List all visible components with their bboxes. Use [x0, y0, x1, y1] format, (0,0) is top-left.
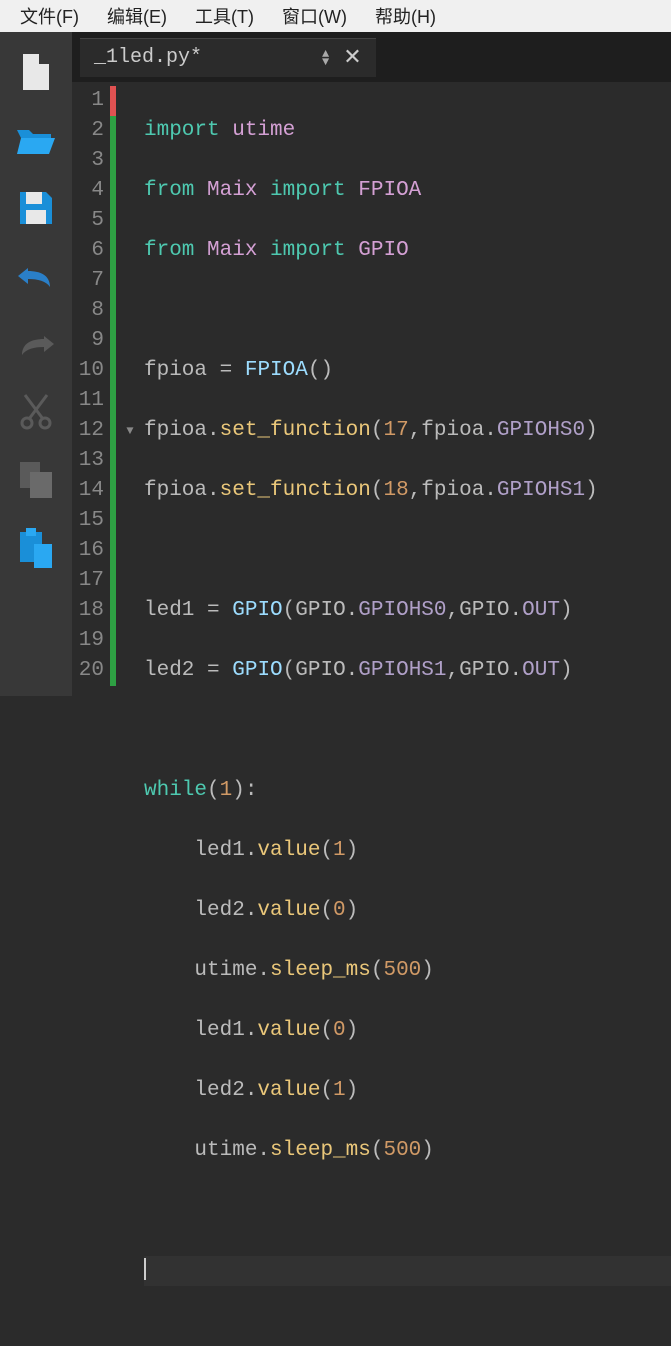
paste-icon	[18, 528, 54, 568]
code-line-current	[144, 1256, 671, 1286]
tab-title: _1led.py*	[94, 46, 202, 69]
tab-bar: _1led.py* ▲▼ ✕	[72, 32, 671, 82]
code-content[interactable]: import utime from Maix import FPIOA from…	[140, 82, 671, 1346]
code-line: while(1):	[144, 776, 671, 806]
tab-active[interactable]: _1led.py* ▲▼ ✕	[80, 38, 376, 77]
undo-icon	[16, 264, 56, 288]
code-line	[144, 536, 671, 566]
code-line: utime.sleep_ms(500)	[144, 1136, 671, 1166]
code-line: from Maix import GPIO	[144, 236, 671, 266]
save-button[interactable]	[14, 188, 58, 228]
menu-file[interactable]: 文件(F)	[6, 0, 93, 33]
line-number: 2	[72, 116, 104, 146]
line-number: 11	[72, 386, 104, 416]
line-number: 16	[72, 536, 104, 566]
code-line: import utime	[144, 116, 671, 146]
folder-open-icon	[15, 124, 57, 156]
scissors-icon	[19, 393, 53, 431]
code-line	[144, 296, 671, 326]
menu-help[interactable]: 帮助(H)	[361, 0, 450, 33]
code-line: led2.value(1)	[144, 1076, 671, 1106]
line-number: 3	[72, 146, 104, 176]
code-line: utime.sleep_ms(500)	[144, 956, 671, 986]
code-line	[144, 716, 671, 746]
line-number: 5	[72, 206, 104, 236]
line-number: 7	[72, 266, 104, 296]
code-line: led1.value(0)	[144, 1016, 671, 1046]
line-number: 15	[72, 506, 104, 536]
line-number: 9	[72, 326, 104, 356]
tab-dropdown-icon[interactable]: ▲▼	[322, 50, 329, 66]
new-file-button[interactable]	[14, 52, 58, 92]
menu-edit[interactable]: 编辑(E)	[93, 0, 181, 33]
fold-column: ▼	[120, 82, 140, 1346]
file-icon	[19, 52, 53, 92]
menu-window[interactable]: 窗口(W)	[268, 0, 361, 33]
tab-controls: ▲▼ ✕	[322, 45, 362, 71]
line-number: 20	[72, 656, 104, 686]
cut-button[interactable]	[14, 392, 58, 432]
open-folder-button[interactable]	[14, 120, 58, 160]
line-number: 1	[72, 86, 104, 116]
line-number: 8	[72, 296, 104, 326]
menu-tools[interactable]: 工具(T)	[181, 0, 268, 33]
code-line: fpioa.set_function(18,fpioa.GPIOHS1)	[144, 476, 671, 506]
code-line: led2.value(0)	[144, 896, 671, 926]
line-number: 17	[72, 566, 104, 596]
fold-toggle[interactable]: ▼	[120, 416, 140, 446]
line-number: 13	[72, 446, 104, 476]
code-line: led2 = GPIO(GPIO.GPIOHS1,GPIO.OUT)	[144, 656, 671, 686]
code-line: led1 = GPIO(GPIO.GPIOHS0,GPIO.OUT)	[144, 596, 671, 626]
code-line: from Maix import FPIOA	[144, 176, 671, 206]
menubar: 文件(F) 编辑(E) 工具(T) 窗口(W) 帮助(H)	[0, 0, 671, 32]
code-line: led1.value(1)	[144, 836, 671, 866]
redo-button[interactable]	[14, 324, 58, 364]
marker-added	[110, 116, 116, 686]
code-line: fpioa.set_function(17,fpioa.GPIOHS0)	[144, 416, 671, 446]
text-cursor	[144, 1258, 146, 1280]
editor-area: _1led.py* ▲▼ ✕ 1 2 3 4 5 6 7 8 9	[72, 32, 671, 696]
sidebar	[0, 32, 72, 696]
marker-modified	[110, 86, 116, 116]
paste-button[interactable]	[14, 528, 58, 568]
line-number: 4	[72, 176, 104, 206]
change-markers	[110, 82, 120, 1346]
line-number: 12	[72, 416, 104, 446]
main-area: _1led.py* ▲▼ ✕ 1 2 3 4 5 6 7 8 9	[0, 32, 671, 696]
save-icon	[18, 190, 54, 226]
redo-icon	[16, 332, 56, 356]
line-number: 14	[72, 476, 104, 506]
line-number: 6	[72, 236, 104, 266]
copy-button[interactable]	[14, 460, 58, 500]
line-number: 19	[72, 626, 104, 656]
code-editor[interactable]: 1 2 3 4 5 6 7 8 9 10 11 12 13 14 15 16 1…	[72, 82, 671, 1346]
code-line	[144, 1196, 671, 1226]
line-number: 10	[72, 356, 104, 386]
copy-icon	[18, 460, 54, 500]
tab-close-button[interactable]: ✕	[343, 45, 361, 71]
undo-button[interactable]	[14, 256, 58, 296]
line-number-gutter: 1 2 3 4 5 6 7 8 9 10 11 12 13 14 15 16 1…	[72, 82, 110, 1346]
line-number: 18	[72, 596, 104, 626]
code-line: fpioa = FPIOA()	[144, 356, 671, 386]
